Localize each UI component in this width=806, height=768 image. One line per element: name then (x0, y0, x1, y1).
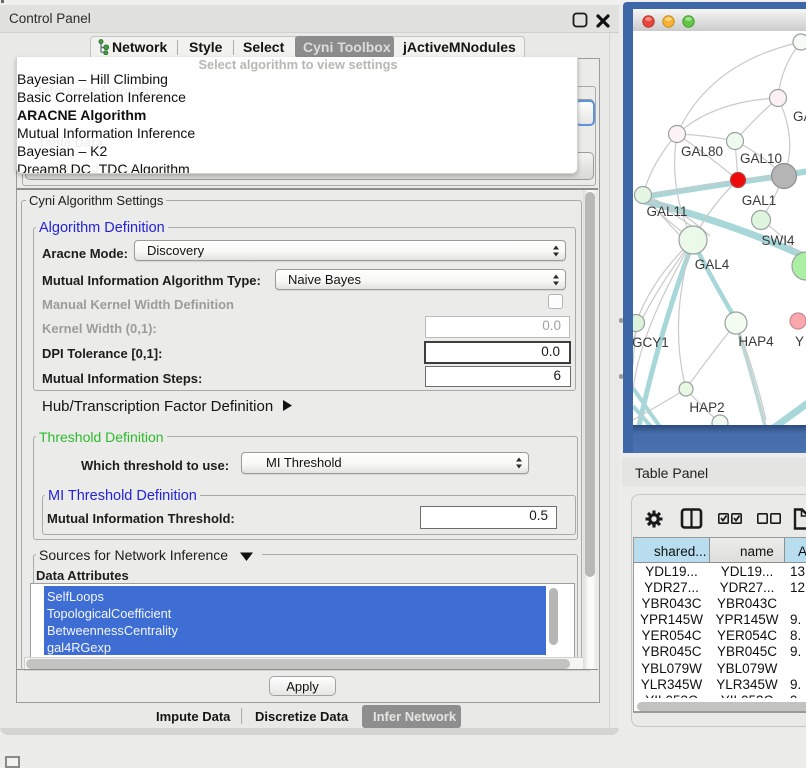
svg-text:GCY1: GCY1 (633, 335, 669, 350)
svg-text:Y: Y (795, 334, 804, 349)
svg-text:HAP4: HAP4 (738, 334, 774, 349)
svg-text:GAL80: GAL80 (681, 144, 723, 159)
svg-text:GAL10: GAL10 (740, 151, 782, 166)
svg-text:GAL1: GAL1 (742, 193, 777, 208)
svg-text:SWI4: SWI4 (761, 233, 794, 248)
svg-text:HAP2: HAP2 (689, 400, 724, 415)
svg-text:GAL4: GAL4 (695, 257, 730, 272)
svg-text:GAL11: GAL11 (646, 204, 687, 219)
svg-text:GAL7: GAL7 (793, 109, 806, 124)
